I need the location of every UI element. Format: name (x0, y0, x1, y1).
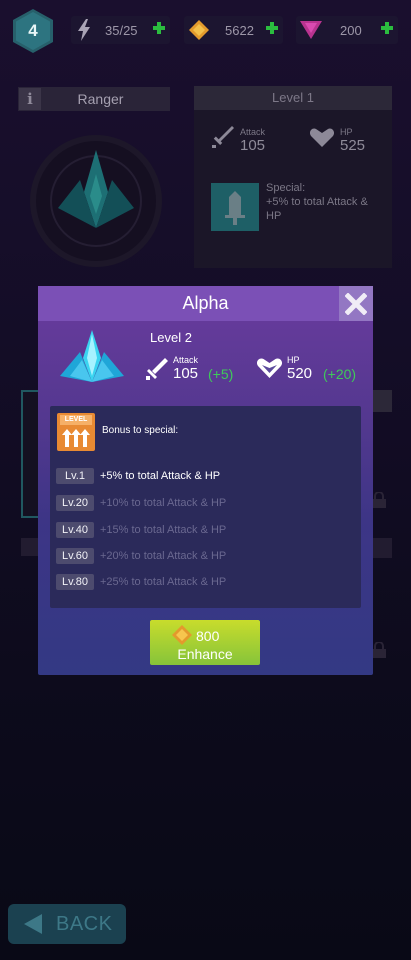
bg-attack-value: 105 (240, 137, 266, 154)
special-description: Special: +5% to total Attack & HP (266, 181, 386, 223)
bonus-panel: LEVEL Bonus to special: Lv.1 +5% to tota… (50, 406, 361, 608)
gem-counter: 200 (296, 16, 398, 44)
attack-label: Attack (173, 355, 199, 365)
special-label: Special: (266, 182, 306, 194)
gold-coin-icon (189, 20, 209, 40)
gem-value: 200 (340, 23, 362, 38)
level-tab[interactable]: Level 1 (194, 86, 392, 110)
energy-value: 35/25 (105, 23, 138, 38)
close-icon (345, 292, 367, 315)
bonus-row: Lv.40 +15% to total Attack & HP (56, 522, 226, 538)
bonus-level-tag: Lv.80 (56, 574, 94, 590)
back-arrow-icon (24, 914, 42, 934)
enhance-label: Enhance (177, 646, 233, 662)
special-text: +5% to total Attack & HP (266, 196, 368, 222)
gold-value: 5622 (225, 23, 254, 38)
hp-bonus: (+20) (323, 366, 357, 382)
add-gold-icon[interactable] (266, 22, 278, 34)
attack-value: 105 (173, 365, 199, 382)
ship-class-bar: i Ranger (18, 87, 170, 111)
back-label: BACK (56, 913, 113, 935)
ship-level: Level 2 (150, 330, 192, 345)
ship-card-slot (372, 538, 392, 558)
alpha-ship-icon (60, 330, 124, 382)
bg-hp-value: 525 (340, 137, 366, 154)
bonus-level-tag: Lv.1 (56, 468, 94, 484)
bonus-title: Bonus to special: (102, 425, 179, 436)
bg-hp-label: HP (340, 127, 353, 137)
bonus-level-tag: Lv.60 (56, 548, 94, 564)
enhance-cost: 800 (196, 628, 220, 644)
level-up-badge-icon: LEVEL (57, 413, 95, 451)
hp-value: 520 (287, 365, 313, 382)
bonus-row: Lv.1 +5% to total Attack & HP (56, 468, 220, 484)
bonus-text: +15% to total Attack & HP (100, 524, 227, 536)
player-level-badge[interactable]: 4 (13, 9, 53, 53)
top-bar: 4 35/25 5622 200 (0, 0, 411, 60)
bolt-icon (78, 19, 90, 41)
bonus-text: +10% to total Attack & HP (100, 497, 227, 509)
heart-icon (257, 358, 282, 378)
add-gems-icon[interactable] (381, 22, 393, 34)
bonus-text: +20% to total Attack & HP (100, 550, 227, 562)
player-level-value: 4 (28, 21, 38, 40)
bonus-row: Lv.60 +20% to total Attack & HP (56, 548, 226, 564)
modal-title: Alpha (38, 286, 373, 321)
lock-icon (372, 642, 386, 658)
bonus-level-tag: Lv.40 (56, 522, 94, 538)
ship-upgrade-modal: Alpha Level 2 Attack 105 (+5) HP 520 (+2… (38, 286, 373, 675)
bg-attack-label: Attack (240, 127, 266, 137)
bonus-row: Lv.80 +25% to total Attack & HP (56, 574, 226, 590)
gem-icon (300, 21, 322, 39)
info-icon[interactable]: i (19, 88, 41, 110)
heart-icon (310, 128, 334, 147)
special-ability-icon (211, 183, 259, 231)
bonus-level-tag: Lv.20 (56, 495, 94, 511)
ranger-ship-icon (58, 150, 134, 228)
back-button[interactable]: BACK (8, 904, 126, 944)
ship-card-tab (372, 390, 392, 412)
ship-class-name: Ranger (77, 91, 124, 107)
gold-coin-icon (172, 625, 192, 645)
close-button[interactable] (339, 286, 373, 321)
gold-counter: 5622 (184, 16, 283, 44)
lock-icon (372, 492, 386, 508)
bonus-text: +5% to total Attack & HP (100, 470, 221, 482)
energy-counter: 35/25 (71, 16, 170, 44)
bonus-text: +25% to total Attack & HP (100, 576, 227, 588)
level-badge-text: LEVEL (60, 415, 92, 425)
enhance-button[interactable]: 800 Enhance (150, 620, 260, 665)
sword-icon (212, 126, 234, 148)
hp-label: HP (287, 355, 300, 365)
ship-card-slot (21, 538, 39, 556)
attack-bonus: (+5) (208, 366, 234, 382)
sword-icon (146, 358, 168, 380)
bonus-row: Lv.20 +10% to total Attack & HP (56, 495, 226, 511)
add-energy-icon[interactable] (153, 22, 165, 34)
